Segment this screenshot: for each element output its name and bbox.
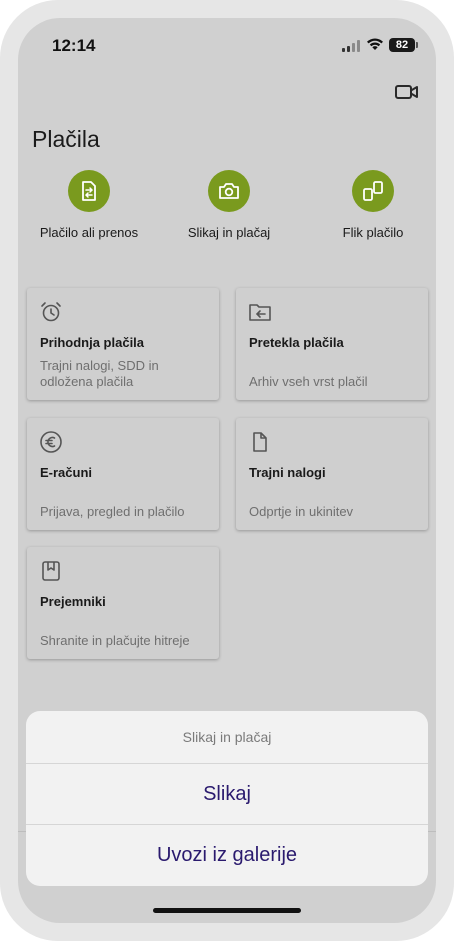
- action-sheet: Slikaj in plačaj Slikaj Uvozi iz galerij…: [26, 711, 428, 886]
- wifi-icon: [367, 38, 383, 50]
- card-title: Trajni nalogi: [249, 465, 326, 480]
- card-subtitle: Odprtje in ukinitev: [249, 504, 354, 519]
- euro-icon: [40, 431, 62, 453]
- card-title: Pretekla plačila: [249, 335, 344, 350]
- card-recipients[interactable]: Prejemniki Shranite in plačujte hitreje: [27, 547, 219, 659]
- payment-transfer-icon: [68, 170, 110, 212]
- cellular-signal-icon: [342, 40, 360, 52]
- card-subtitle: Trajni nalogi, SDD in odložena plačila: [40, 358, 159, 389]
- quick-action-scan-pay-label: Slikaj in plačaj: [187, 225, 271, 240]
- page-title: Plačila: [32, 126, 100, 152]
- screen: 12:14 82 Plačila Plačilo ali prenos Slik…: [18, 18, 436, 923]
- status-time: 12:14: [52, 36, 96, 55]
- document-icon: [253, 432, 267, 452]
- video-call-icon[interactable]: [394, 82, 420, 102]
- card-e-invoices[interactable]: E-računi Prijava, pregled in plačilo: [27, 418, 219, 530]
- card-title: Prejemniki: [40, 594, 106, 609]
- card-future-payments[interactable]: Prihodnja plačila Trajni nalogi, SDD in …: [27, 288, 219, 400]
- flik-icon: [352, 170, 394, 212]
- camera-icon: [208, 170, 250, 212]
- card-subtitle: Arhiv vseh vrst plačil: [249, 374, 368, 389]
- card-subtitle: Prijava, pregled in plačilo: [40, 504, 185, 519]
- address-book-icon: [42, 561, 60, 581]
- quick-action-flik[interactable]: Flik plačilo: [303, 170, 436, 240]
- quick-action-scan-pay[interactable]: Slikaj in plačaj: [159, 170, 299, 240]
- alarm-clock-icon: [41, 302, 61, 322]
- import-from-gallery-button[interactable]: Uvozi iz galerije: [26, 825, 428, 886]
- status-bar: 12:14 82: [18, 18, 436, 70]
- phone-frame: 12:14 82 Plačila Plačilo ali prenos Slik…: [0, 0, 454, 941]
- quick-action-flik-label: Flik plačilo: [342, 225, 404, 240]
- card-past-payments[interactable]: Pretekla plačila Arhiv vseh vrst plačil: [236, 288, 428, 400]
- battery-tip: [416, 42, 418, 48]
- quick-action-payment-label: Plačilo ali prenos: [39, 225, 139, 240]
- take-photo-button[interactable]: Slikaj: [26, 764, 428, 825]
- folder-arrow-icon: [249, 304, 271, 321]
- card-title: Prihodnja plačila: [40, 335, 145, 350]
- card-standing-orders[interactable]: Trajni nalogi Odprtje in ukinitev: [236, 418, 428, 530]
- quick-action-payment[interactable]: Plačilo ali prenos: [19, 170, 159, 240]
- card-subtitle: Shranite in plačujte hitreje: [40, 633, 190, 648]
- card-title: E-računi: [40, 465, 93, 480]
- home-indicator[interactable]: [153, 908, 301, 913]
- battery-icon: 82: [389, 38, 415, 52]
- action-sheet-title: Slikaj in plačaj: [26, 711, 428, 764]
